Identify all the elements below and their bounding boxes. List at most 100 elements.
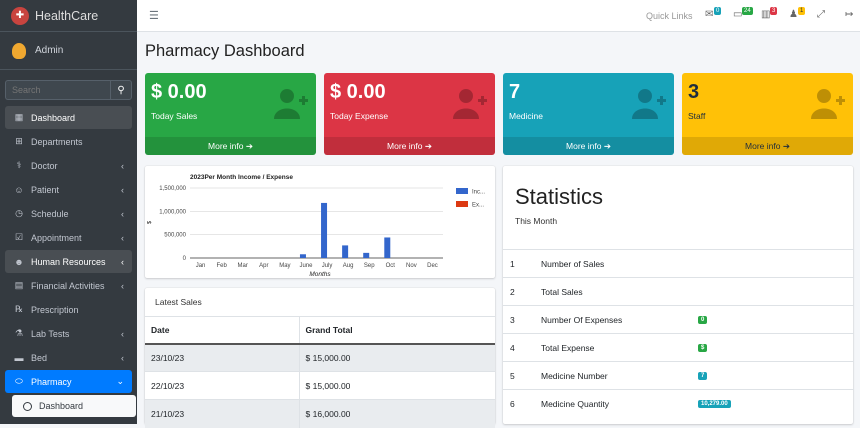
bar [384, 237, 391, 258]
topbar: ☰ Quick Links ✉ 0 ▭ 24 ▥ 3 ♟ 1 ⤢ ↦ [137, 0, 860, 32]
sidebar-item-label: Human Resources [31, 256, 106, 267]
bed-icon: ▬ [14, 352, 24, 363]
sidebar-subitem-pharmacy-dashboard[interactable]: Dashboard [12, 395, 136, 417]
sidebar-item-bed[interactable]: ▬ Bed ‹ [5, 346, 132, 369]
date-cell: 23/10/23 [145, 343, 299, 372]
users-button[interactable]: ♟ 1 [789, 7, 817, 23]
statistics-row: 3 Number Of Expenses 0 [503, 305, 854, 333]
more-info-label: More info [387, 141, 423, 151]
table-row[interactable]: 22/10/23 $ 15,000.00 [145, 371, 495, 400]
x-tick-label: Sep [364, 263, 375, 269]
more-info-link[interactable]: More info ➔ [324, 137, 495, 155]
sidebar-item-label: Departments [31, 136, 83, 147]
users-badge: 1 [798, 7, 806, 15]
sidebar-item-appointment[interactable]: ☑ Appointment ‹ [5, 226, 132, 249]
arrow-circle-right-icon: ➔ [245, 141, 253, 151]
x-tick-label: Apr [259, 263, 268, 269]
chevron-left-icon: ‹ [121, 208, 124, 219]
messages-button[interactable]: ✉ 0 [705, 7, 733, 23]
fullscreen-button[interactable]: ⤢ [817, 9, 845, 23]
legend-label: Inc... [472, 190, 485, 196]
row-label: Number Of Expenses [541, 314, 623, 325]
x-tick-label: Nov [406, 263, 417, 269]
sidebar-item-financial-activities[interactable]: ▤ Financial Activities ‹ [5, 274, 132, 297]
sidebar-item-label: Prescription [31, 304, 79, 315]
box-value: $ 0.00 [151, 81, 207, 103]
box-label: Medicine [509, 111, 544, 121]
statistics-row: 2 Total Sales [503, 277, 854, 305]
money-icon: ▤ [14, 280, 24, 290]
x-tick-label: Jan [196, 263, 206, 269]
date-cell: 21/10/23 [145, 399, 299, 428]
arrow-circle-right-icon: ➔ [603, 141, 611, 151]
today-expense-box: $ 0.00 Today Expense More info ➔ [324, 73, 495, 155]
table-header-row: Date Grand Total [145, 316, 495, 345]
user-panel[interactable]: Admin [0, 32, 137, 70]
ticket-button[interactable]: ▥ 3 [761, 7, 789, 23]
search-icon: ⚲ [117, 84, 125, 96]
box-label: Today Expense [330, 111, 389, 121]
money-button[interactable]: ▭ 24 [733, 7, 761, 23]
more-info-link[interactable]: More info ➔ [503, 137, 674, 155]
statistics-row: 6 Medicine Quantity 10,279.00 [503, 389, 854, 417]
circle-icon [23, 401, 32, 411]
hamburger-menu-icon[interactable]: ☰ [149, 9, 159, 22]
more-info-link[interactable]: More info ➔ [145, 137, 316, 155]
y-tick-label: 0 [183, 256, 187, 262]
search-button[interactable]: ⚲ [110, 80, 132, 100]
brand[interactable]: ✚ HealthCare [0, 0, 137, 32]
column-header-date: Date [145, 316, 299, 345]
row-number: 1 [510, 258, 515, 269]
sidebar-item-departments[interactable]: ⊞ Departments [5, 130, 132, 153]
table-row[interactable]: 23/10/23 $ 15,000.00 [145, 343, 495, 372]
user-plus-icon [453, 89, 487, 119]
box-value: 7 [509, 81, 521, 103]
value-badge: 7 [698, 371, 708, 380]
row-number: 4 [510, 342, 515, 353]
sidebar-item-schedule[interactable]: ◷ Schedule ‹ [5, 202, 132, 225]
search-input[interactable] [5, 80, 110, 100]
y-tick-label: 500,000 [164, 233, 186, 239]
calendar-check-icon: ☑ [14, 232, 24, 242]
sidebar-item-doctor[interactable]: ⚕ Doctor ‹ [5, 154, 132, 177]
sidebar-item-patient[interactable]: ☺ Patient ‹ [5, 178, 132, 201]
latest-sales-title: Latest Sales [155, 297, 202, 307]
user-plus-icon [632, 89, 666, 119]
prescription-icon: ℞ [14, 304, 24, 314]
row-number: 3 [510, 314, 515, 325]
box-value: $ 0.00 [330, 81, 386, 103]
statistics-row: 4 Total Expense $ [503, 333, 854, 361]
chevron-left-icon: ‹ [121, 232, 124, 243]
more-info-link[interactable]: More info ➔ [682, 137, 853, 155]
value-badge: 10,279.00 [698, 399, 731, 408]
arrow-circle-right-icon: ➔ [782, 141, 790, 151]
table-row[interactable]: 21/10/23 $ 16,000.00 [145, 399, 495, 428]
sidebar-item-lab-tests[interactable]: ⚗ Lab Tests ‹ [5, 322, 132, 345]
logout-button[interactable]: ↦ [845, 9, 860, 23]
x-tick-label: May [279, 263, 290, 269]
bar [299, 254, 306, 258]
y-axis-label: $ [147, 221, 153, 224]
chevron-left-icon: ‹ [121, 256, 124, 267]
value-badge: 0 [698, 315, 708, 324]
more-info-label: More info [208, 141, 244, 151]
sidebar-item-pharmacy[interactable]: ⬭ Pharmacy ⌄ [5, 370, 132, 393]
statistics-title: Statistics [515, 184, 604, 209]
main-content: Pharmacy Dashboard $ 0.00 Today Sales Mo… [137, 32, 860, 428]
grand-total-cell: $ 16,000.00 [298, 399, 495, 428]
x-tick-label: Mar [238, 263, 248, 269]
more-info-label: More info [566, 141, 602, 151]
sidebar-item-dashboard[interactable]: ▦ Dashboard [5, 106, 132, 129]
value-badge: $ [698, 343, 708, 352]
quick-links[interactable]: Quick Links [646, 11, 693, 21]
more-info-label: More info [745, 141, 781, 151]
clock-icon: ◷ [15, 208, 23, 218]
row-label: Medicine Quantity [541, 398, 610, 409]
user-plus-icon [274, 89, 308, 119]
sidebar-item-human-resources[interactable]: ☻ Human Resources ‹ [5, 250, 132, 273]
statistics-row: 1 Number of Sales [503, 249, 854, 277]
date-cell: 22/10/23 [145, 371, 299, 400]
sidebar-item-label: Dashboard [31, 112, 76, 123]
sidebar-item-label: Financial Activities [31, 280, 105, 291]
sidebar-item-prescription[interactable]: ℞ Prescription [5, 298, 132, 321]
